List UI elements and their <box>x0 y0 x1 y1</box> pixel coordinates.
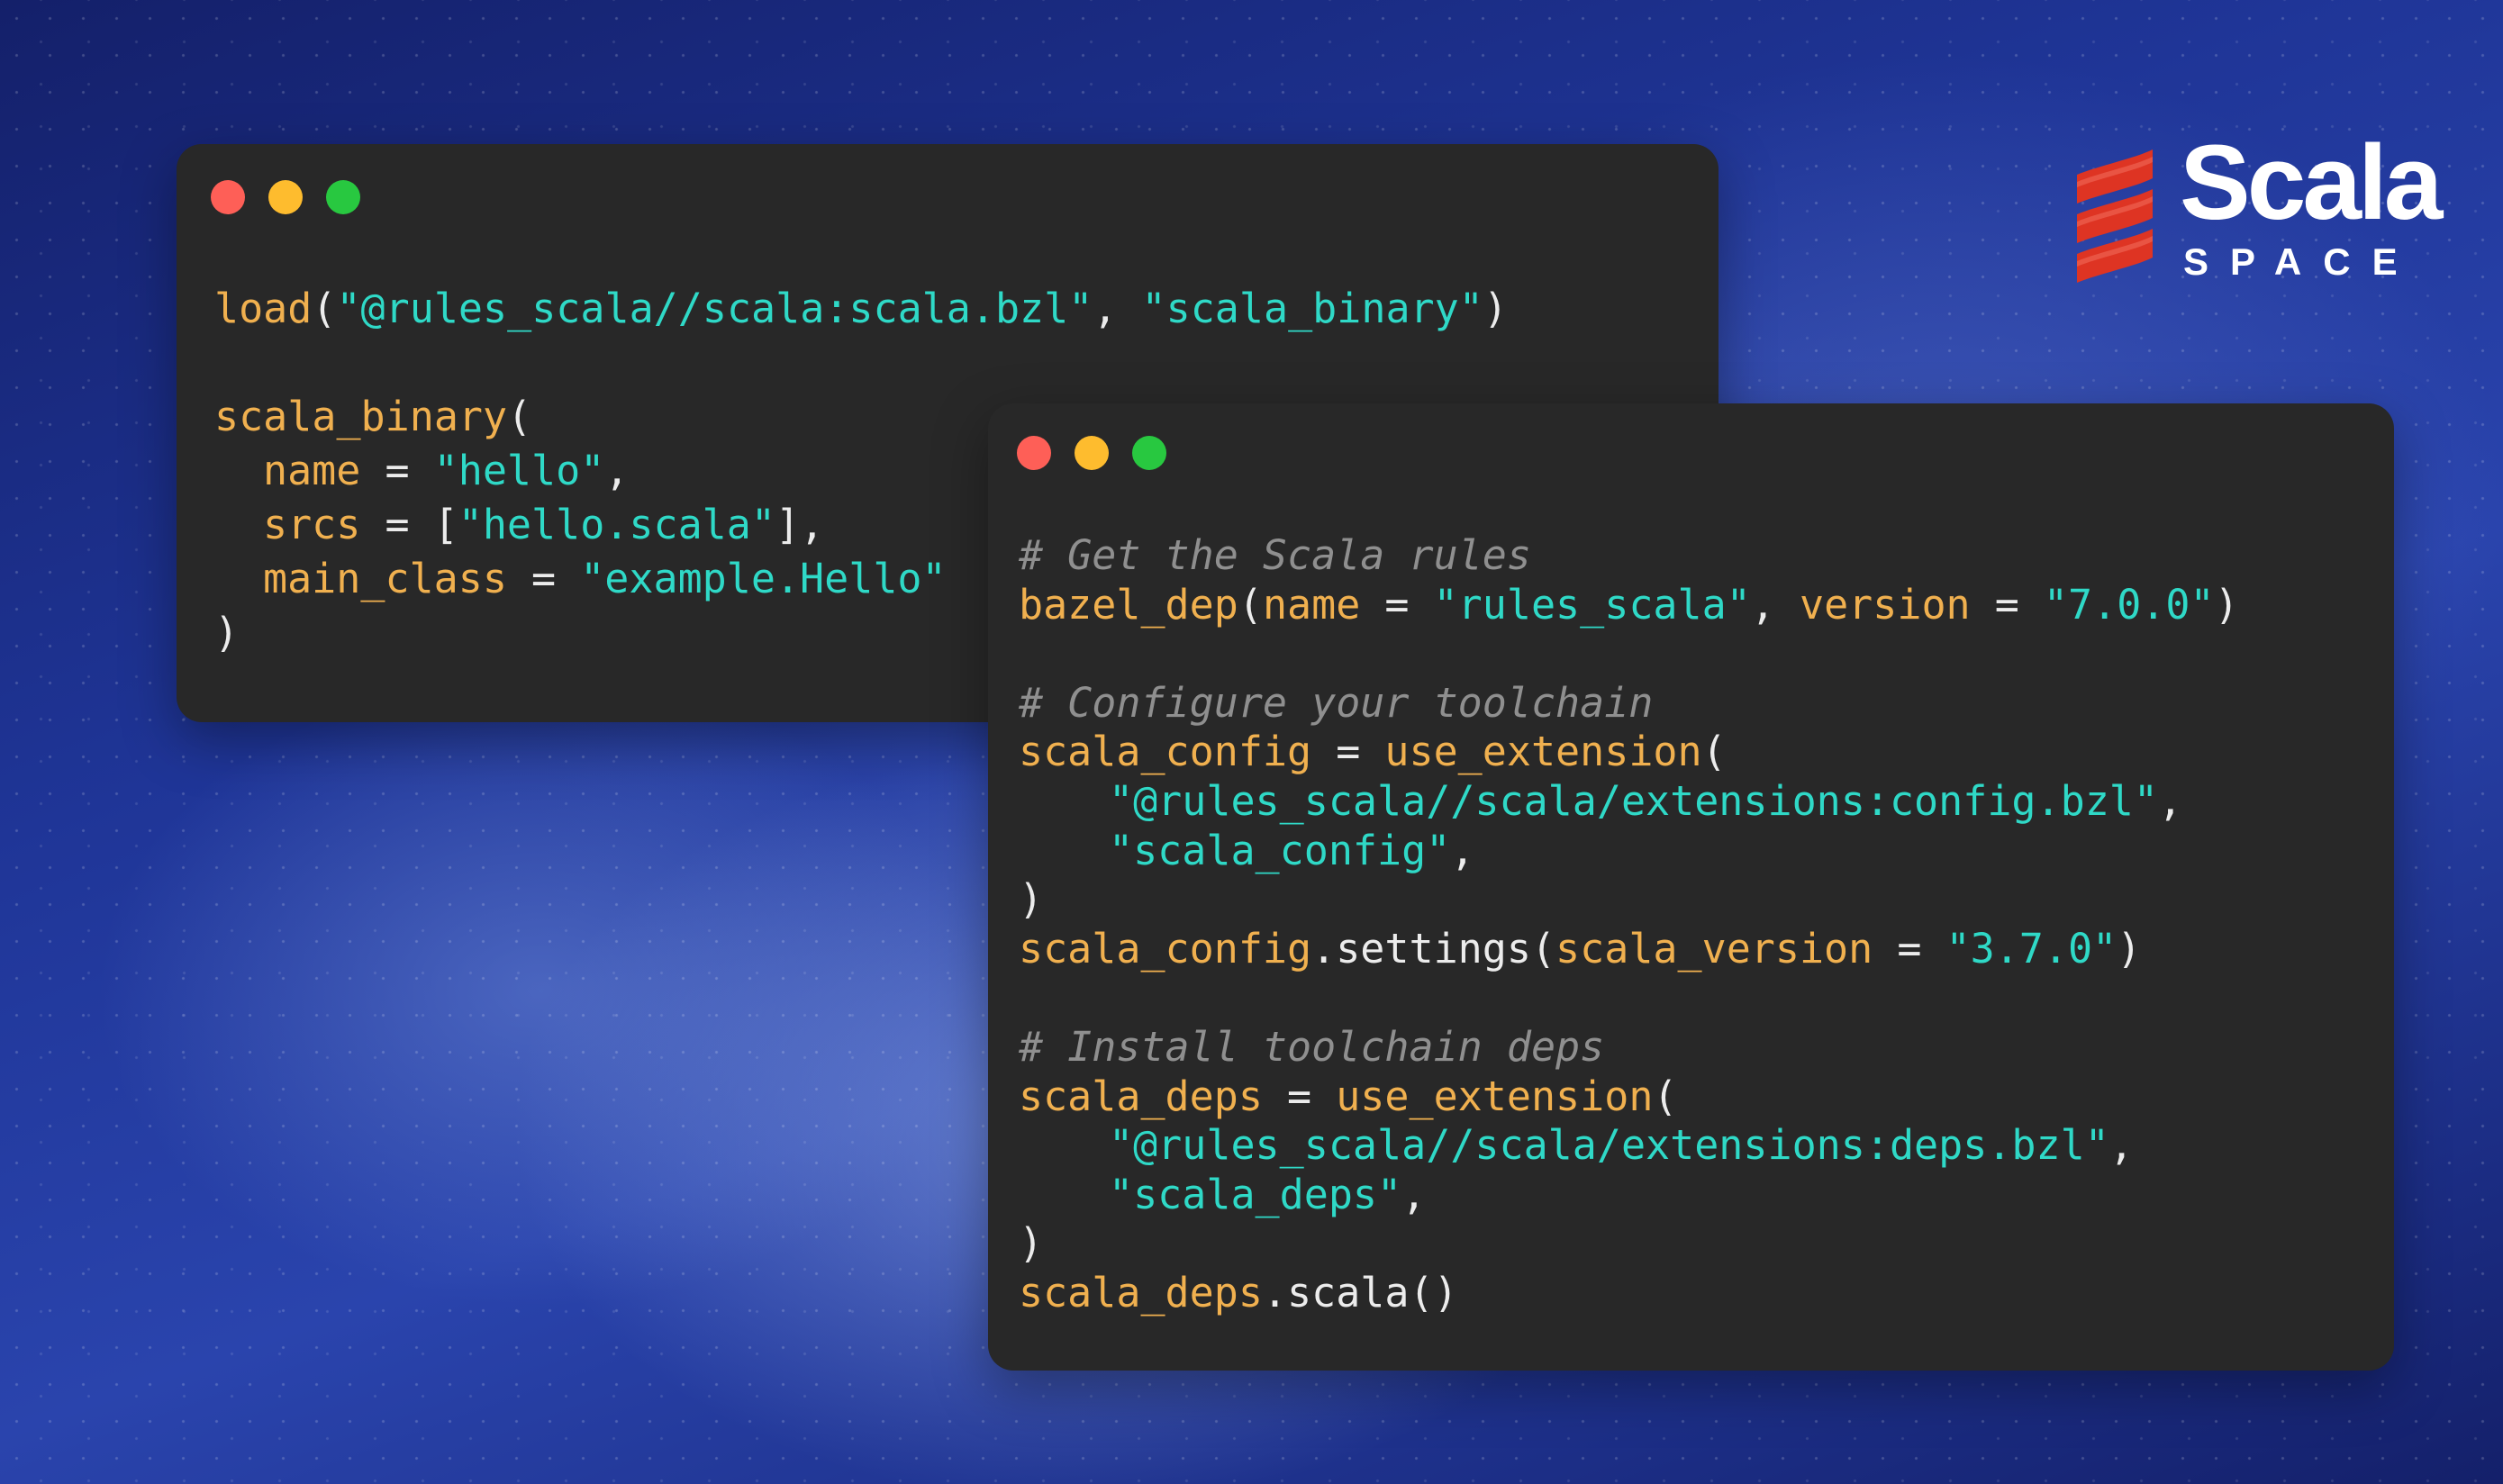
code-token: .settings( <box>1311 924 1556 973</box>
code-token: use_extension <box>1336 1072 1654 1120</box>
code-line: # Configure your toolchain <box>1019 679 2239 728</box>
code-token: "rules_scala" <box>1433 580 1751 629</box>
code-token: = <box>1311 728 1385 776</box>
code-token: ) <box>1019 875 1044 924</box>
code-token: ( <box>1701 728 1727 776</box>
code-token: , <box>1093 285 1142 332</box>
code-token: , <box>1750 580 1800 629</box>
code-line: scala_config = use_extension( <box>1019 728 2239 777</box>
logo-subtitle: SPACE <box>2183 240 2419 283</box>
window-controls <box>1017 436 1166 470</box>
code-line: "@rules_scala//scala/extensions:deps.bzl… <box>1019 1121 2239 1171</box>
code-token: srcs <box>263 501 361 548</box>
code-token: ) <box>1483 285 1508 332</box>
code-token: scala_version <box>1555 924 1873 973</box>
code-token: scala_binary <box>214 393 508 440</box>
code-block-module: # Get the Scala rules bazel_dep(name = "r… <box>1019 531 2239 1318</box>
code-line: scala_deps.scala() <box>1019 1269 2239 1318</box>
code-token: , <box>1450 826 1475 874</box>
code-token: "@rules_scala//scala/extensions:config.b… <box>1109 776 2158 825</box>
code-token: scala_config <box>1019 728 1312 776</box>
code-token: "example.Hello" <box>580 555 947 602</box>
code-token: "hello" <box>433 447 605 494</box>
minimize-dot-icon[interactable] <box>268 180 303 214</box>
code-line: "scala_config", <box>1019 827 2239 876</box>
code-comment: # Install toolchain deps <box>1019 1022 1605 1071</box>
scala-logo-icon <box>2077 149 2153 283</box>
code-token: ) <box>1019 1219 1044 1268</box>
code-token: name <box>263 447 361 494</box>
minimize-dot-icon[interactable] <box>1075 436 1109 470</box>
close-dot-icon[interactable] <box>211 180 245 214</box>
code-comment: # Configure your toolchain <box>1019 678 1654 727</box>
code-token: ) <box>2214 580 2239 629</box>
code-token: .scala() <box>1262 1268 1458 1317</box>
code-token: , <box>604 447 630 494</box>
code-token: main_class <box>263 555 507 602</box>
code-token: load <box>214 285 313 332</box>
code-token: scala_deps <box>1019 1072 1263 1120</box>
code-line: ) <box>1019 1219 2239 1269</box>
code-token: "3.7.0" <box>1945 924 2118 973</box>
code-line: scala_deps = use_extension( <box>1019 1072 2239 1122</box>
code-token: ) <box>214 609 240 656</box>
code-token: ( <box>1653 1072 1678 1120</box>
code-line: load("@rules_scala//scala:scala.bzl", "s… <box>214 282 1508 336</box>
code-line: scala_config.settings(scala_version = "3… <box>1019 925 2239 974</box>
zoom-dot-icon[interactable] <box>1132 436 1166 470</box>
code-token: "7.0.0" <box>2043 580 2215 629</box>
code-line: "@rules_scala//scala/extensions:config.b… <box>1019 777 2239 827</box>
code-token: "scala_config" <box>1109 826 1451 874</box>
code-token: ], <box>775 501 825 548</box>
logo-wordmark: Scala <box>2180 123 2443 242</box>
code-token: , <box>1401 1170 1427 1218</box>
code-token: ) <box>2117 924 2142 973</box>
code-token: , <box>2157 776 2183 825</box>
code-token: = <box>506 555 581 602</box>
code-token: bazel_dep <box>1019 580 1238 629</box>
code-token: version <box>1799 580 1971 629</box>
code-line: bazel_dep(name = "rules_scala", version … <box>1019 581 2239 630</box>
scala-space-logo: Scala SPACE <box>2072 130 2443 286</box>
code-token: "scala_deps" <box>1109 1170 1402 1218</box>
code-window-module-file: # Get the Scala rules bazel_dep(name = "r… <box>988 403 2394 1371</box>
code-token: = <box>360 447 434 494</box>
code-line: # Install toolchain deps <box>1019 1023 2239 1072</box>
code-token: ( <box>507 393 532 440</box>
code-token: scala_deps <box>1019 1268 1263 1317</box>
code-line: ) <box>1019 875 2239 925</box>
code-token: "@rules_scala//scala/extensions:deps.bzl… <box>1109 1121 2109 1170</box>
code-line: # Get the Scala rules <box>1019 531 2239 581</box>
code-token: name <box>1262 580 1361 629</box>
code-token: "scala_binary" <box>1141 285 1483 332</box>
code-token: = [ <box>360 501 458 548</box>
code-token: ( <box>1238 580 1263 629</box>
code-token: = <box>1262 1072 1337 1120</box>
code-token: "hello.scala" <box>458 501 775 548</box>
close-dot-icon[interactable] <box>1017 436 1051 470</box>
window-controls <box>211 180 360 214</box>
code-token: = <box>1970 580 2044 629</box>
code-token: "@rules_scala//scala:scala.bzl" <box>336 285 1093 332</box>
code-token: use_extension <box>1384 728 1702 776</box>
code-token: = <box>1360 580 1434 629</box>
code-token: scala_config <box>1019 924 1312 973</box>
code-line: "scala_deps", <box>1019 1171 2239 1220</box>
code-token: , <box>2109 1121 2134 1170</box>
code-token: = <box>1873 924 1946 973</box>
zoom-dot-icon[interactable] <box>326 180 360 214</box>
code-token: ( <box>312 285 337 332</box>
code-comment: # Get the Scala rules <box>1019 531 1531 579</box>
